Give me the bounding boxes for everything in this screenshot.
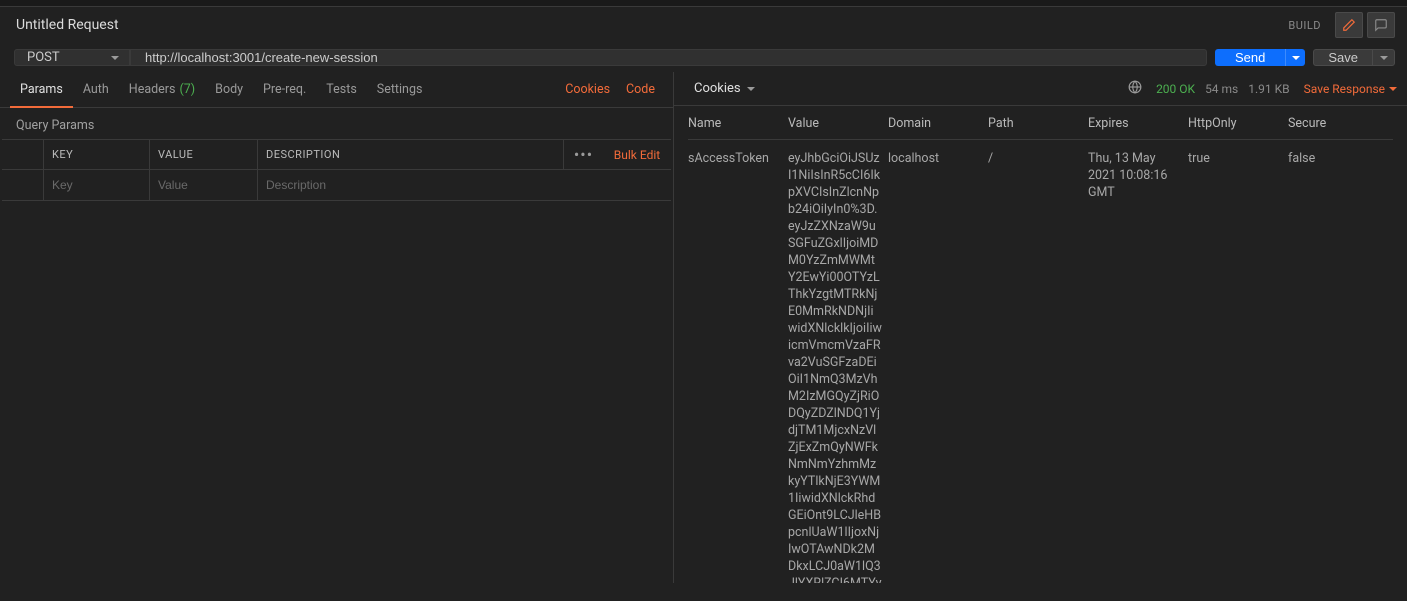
build-label: BUILD: [1288, 19, 1321, 32]
tab-params[interactable]: Params: [10, 73, 73, 108]
response-size: 1.91 KB: [1248, 82, 1289, 96]
col-path: Path: [988, 116, 1088, 131]
chevron-down-icon: [1389, 87, 1397, 91]
response-time: 54 ms: [1205, 82, 1238, 96]
col-name: Name: [688, 116, 788, 131]
request-title: Untitled Request: [16, 17, 1288, 33]
key-header: KEY: [44, 140, 150, 169]
tab-prereq[interactable]: Pre-req.: [253, 72, 316, 107]
tab-auth[interactable]: Auth: [73, 72, 119, 107]
cookie-secure: false: [1288, 150, 1393, 167]
save-response-button[interactable]: Save Response: [1304, 82, 1397, 96]
comment-button[interactable]: [1367, 12, 1395, 38]
col-secure: Secure: [1288, 116, 1393, 131]
bulk-edit-link[interactable]: Bulk Edit: [603, 140, 671, 169]
chevron-down-icon: [747, 87, 755, 91]
send-dropdown[interactable]: [1285, 49, 1305, 66]
query-params-label: Query Params: [0, 108, 673, 139]
value-header: VALUE: [150, 140, 258, 169]
comment-icon: [1374, 18, 1388, 32]
chevron-down-icon: [1292, 56, 1300, 60]
param-key-input[interactable]: [44, 170, 149, 200]
cookie-value: eyJhbGciOiJSUzI1NiIsInR5cCI6IkpXVCIsInZl…: [788, 150, 888, 583]
cookie-name: sAccessToken: [688, 150, 788, 167]
send-button[interactable]: Send: [1215, 49, 1285, 66]
chevron-down-icon: [111, 56, 119, 60]
method-value: POST: [27, 50, 60, 65]
url-input[interactable]: [130, 49, 1207, 66]
tab-tests[interactable]: Tests: [316, 72, 366, 107]
chevron-down-icon: [1380, 56, 1388, 60]
col-httponly: HttpOnly: [1188, 116, 1288, 131]
more-icon[interactable]: •••: [574, 145, 593, 164]
cookie-httponly: true: [1188, 150, 1288, 167]
pencil-icon: [1342, 18, 1356, 32]
method-select[interactable]: POST: [14, 49, 130, 66]
param-description-input[interactable]: [258, 170, 563, 200]
edit-button[interactable]: [1335, 12, 1363, 38]
response-cookies-tab[interactable]: Cookies: [684, 81, 765, 96]
description-header: DESCRIPTION: [258, 140, 563, 169]
save-dropdown[interactable]: [1372, 50, 1394, 65]
save-button[interactable]: Save: [1314, 50, 1372, 65]
param-value-input[interactable]: [150, 170, 257, 200]
cookie-row: sAccessToken eyJhbGciOiJSUzI1NiIsInR5cCI…: [688, 140, 1393, 583]
cookies-link[interactable]: Cookies: [557, 82, 618, 97]
cookie-domain: localhost: [888, 150, 988, 167]
cookie-expires: Thu, 13 May 2021 10:08:16 GMT: [1088, 150, 1188, 201]
col-expires: Expires: [1088, 116, 1188, 131]
cookie-path: /: [988, 150, 1088, 167]
col-value: Value: [788, 116, 888, 131]
globe-icon[interactable]: [1128, 80, 1142, 98]
code-link[interactable]: Code: [618, 82, 663, 97]
col-domain: Domain: [888, 116, 988, 131]
tab-body[interactable]: Body: [205, 72, 253, 107]
tab-settings[interactable]: Settings: [367, 72, 433, 107]
tab-headers[interactable]: Headers (7): [119, 72, 205, 107]
status-code: 200 OK: [1156, 82, 1195, 96]
